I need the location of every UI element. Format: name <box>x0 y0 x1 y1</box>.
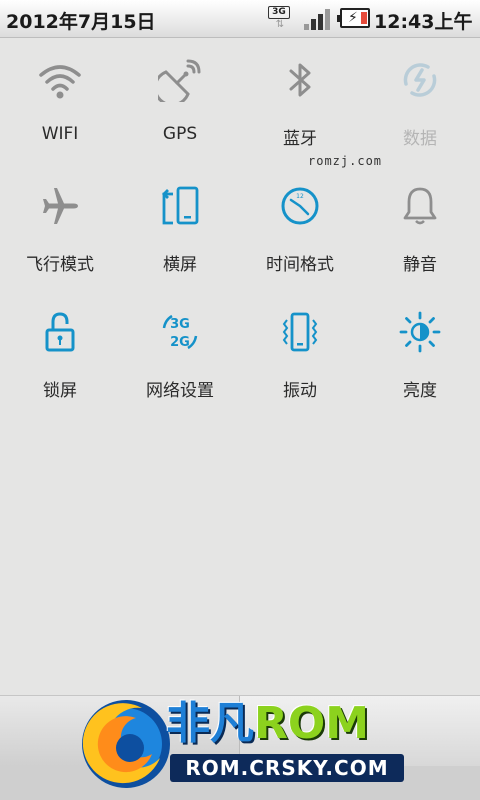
toggle-time-format[interactable]: 12 时间格式 <box>240 164 360 290</box>
clock-icon: 12 <box>281 187 319 225</box>
toggle-label: 锁屏 <box>43 381 77 401</box>
battery-charging-icon: ⚡ <box>337 8 370 28</box>
toggle-label: 数据 <box>403 129 437 149</box>
logo-cn-text: 非凡 <box>166 698 254 749</box>
toggle-label: 亮度 <box>403 381 437 401</box>
toggle-network-settings[interactable]: 3G 2G 网络设置 <box>120 290 240 416</box>
toggle-label: WIFI <box>41 124 79 144</box>
airplane-icon <box>43 188 78 224</box>
toggle-label: 振动 <box>283 381 317 401</box>
wifi-icon <box>39 65 81 99</box>
svg-text:3G: 3G <box>170 317 190 332</box>
toggle-vibrate[interactable]: 振动 <box>240 290 360 416</box>
toggle-label: 时间格式 <box>266 255 334 275</box>
svg-text:2G: 2G <box>170 335 190 350</box>
status-time: 12:43上午 <box>374 11 473 33</box>
logo-url: ROM.CRSKY.COM <box>170 754 404 782</box>
toggle-brightness[interactable]: 亮度 <box>360 290 480 416</box>
rotation-icon <box>162 186 199 225</box>
toggle-label: 飞行模式 <box>26 255 94 275</box>
bluetooth-icon <box>289 63 311 97</box>
status-bar: 2012年7月15日 3G ⇅ ⚡ 12:43上午 <box>0 0 480 38</box>
toggle-airplane-mode[interactable]: 飞行模式 <box>0 164 120 290</box>
watermark-text: romzj.com <box>308 154 383 168</box>
mobile-data-icon <box>403 63 437 97</box>
toggle-bluetooth[interactable]: 蓝牙 <box>240 38 360 164</box>
vibrate-icon <box>282 312 318 352</box>
logo-title: 非凡ROM <box>166 698 369 750</box>
toggle-wifi[interactable]: WIFI <box>0 38 120 164</box>
toggle-label: 蓝牙 <box>283 129 317 149</box>
network-type-label: 3G <box>268 6 290 19</box>
status-date: 2012年7月15日 <box>6 11 156 33</box>
network-3g-icon: 3G ⇅ <box>268 6 292 32</box>
toggle-label: GPS <box>162 124 198 144</box>
toggle-gps[interactable]: GPS <box>120 38 240 164</box>
lock-icon <box>45 312 75 352</box>
toggle-lock-screen[interactable]: 锁屏 <box>0 290 120 416</box>
toggle-silent[interactable]: 静音 <box>360 164 480 290</box>
bell-icon <box>403 187 437 225</box>
logo-swirl-icon <box>82 700 170 788</box>
svg-text:12: 12 <box>296 193 304 200</box>
brightness-icon <box>399 311 441 353</box>
crsky-logo: 非凡ROM ROM.CRSKY.COM <box>80 694 410 794</box>
toggle-mobile-data[interactable]: 数据 <box>360 38 480 164</box>
signal-strength-icon <box>304 8 332 30</box>
network-3g2g-icon: 3G 2G <box>162 314 198 350</box>
toggle-label: 横屏 <box>163 255 197 275</box>
toggle-rotation[interactable]: 横屏 <box>120 164 240 290</box>
logo-rom-text: ROM <box>254 698 370 749</box>
toggle-label: 网络设置 <box>146 381 214 401</box>
toggle-label: 静音 <box>403 255 437 275</box>
gps-icon <box>158 59 201 102</box>
